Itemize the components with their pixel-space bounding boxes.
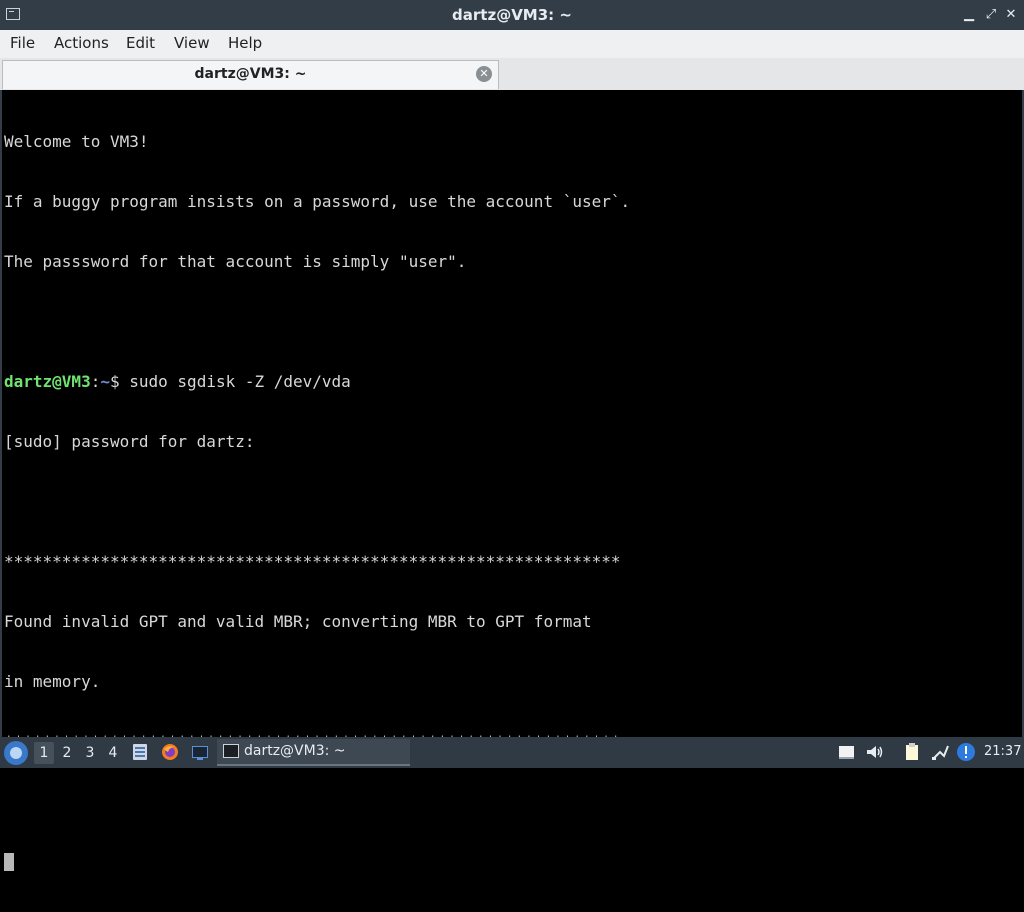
menu-view[interactable]: View xyxy=(172,34,212,52)
prompt-symbol: $ xyxy=(109,372,120,391)
notes-icon[interactable] xyxy=(902,742,922,762)
close-icon[interactable]: ✕ xyxy=(1002,6,1020,24)
menu-actions[interactable]: Actions xyxy=(52,34,111,52)
prompt-line: dartz@VM3:~$ sudo sgdisk -Z /dev/vda xyxy=(4,372,630,392)
terminal-line: in memory. xyxy=(4,672,101,691)
start-menu-icon[interactable] xyxy=(4,741,28,765)
volume-icon[interactable] xyxy=(864,742,884,762)
update-notifier-icon[interactable] xyxy=(956,742,976,762)
file-manager-icon[interactable] xyxy=(130,742,150,762)
terminal-tab[interactable]: dartz@VM3: ~ ✕ xyxy=(2,60,499,89)
tab-label: dartz@VM3: ~ xyxy=(194,66,307,82)
menu-file[interactable]: File xyxy=(8,34,37,52)
terminal-line: [sudo] password for dartz: xyxy=(4,432,255,451)
firefox-icon[interactable] xyxy=(160,742,180,762)
menu-help[interactable]: Help xyxy=(226,34,264,52)
cursor-line xyxy=(4,852,630,872)
taskbar-window-label: dartz@VM3: ~ xyxy=(244,743,346,759)
prompt-user-host: dartz@VM3 xyxy=(4,372,91,391)
maximize-icon[interactable]: ⤢ xyxy=(982,6,1000,24)
desktop-switch-4[interactable]: 4 xyxy=(103,742,123,764)
terminal-line: ****************************************… xyxy=(4,552,621,571)
tab-bar: dartz@VM3: ~ ✕ xyxy=(0,58,1024,91)
terminal-line: Found invalid GPT and valid MBR; convert… xyxy=(4,612,592,631)
text-cursor xyxy=(4,853,14,871)
window-title: dartz@VM3: ~ xyxy=(452,6,572,24)
menu-edit[interactable]: Edit xyxy=(124,34,157,52)
menu-bar: File Actions Edit View Help xyxy=(0,30,1024,59)
prompt-separator: : xyxy=(90,372,101,391)
tab-close-icon[interactable]: ✕ xyxy=(476,66,492,82)
desktop-switch-1[interactable]: 1 xyxy=(34,742,54,764)
terminal-line: Welcome to VM3! xyxy=(4,132,149,151)
clipboard-icon[interactable] xyxy=(836,742,856,762)
prompt-command: sudo sgdisk -Z /dev/vda xyxy=(119,372,351,391)
terminal-view[interactable]: Welcome to VM3! If a buggy program insis… xyxy=(0,90,1024,871)
taskbar: 1 2 3 4 dartz@VM3: ~ 21:37 xyxy=(0,737,1024,768)
clock[interactable]: 21:37 xyxy=(984,744,1021,759)
prompt-path: ~ xyxy=(100,372,110,391)
desktop-switch-2[interactable]: 2 xyxy=(57,742,77,764)
taskbar-window-button[interactable]: dartz@VM3: ~ xyxy=(217,739,410,766)
network-icon[interactable] xyxy=(930,742,950,762)
terminal-output: Welcome to VM3! If a buggy program insis… xyxy=(4,92,630,912)
terminal-launcher-icon[interactable] xyxy=(190,742,210,762)
minimize-icon[interactable]: ▁ xyxy=(960,6,978,24)
window-titlebar: dartz@VM3: ~ ▁ ⤢ ✕ xyxy=(0,0,1024,30)
terminal-window-icon xyxy=(223,744,239,758)
terminal-line: If a buggy program insists on a password… xyxy=(4,192,631,211)
desktop-switch-3[interactable]: 3 xyxy=(80,742,100,764)
terminal-line: The passsword for that account is simply… xyxy=(4,252,467,271)
